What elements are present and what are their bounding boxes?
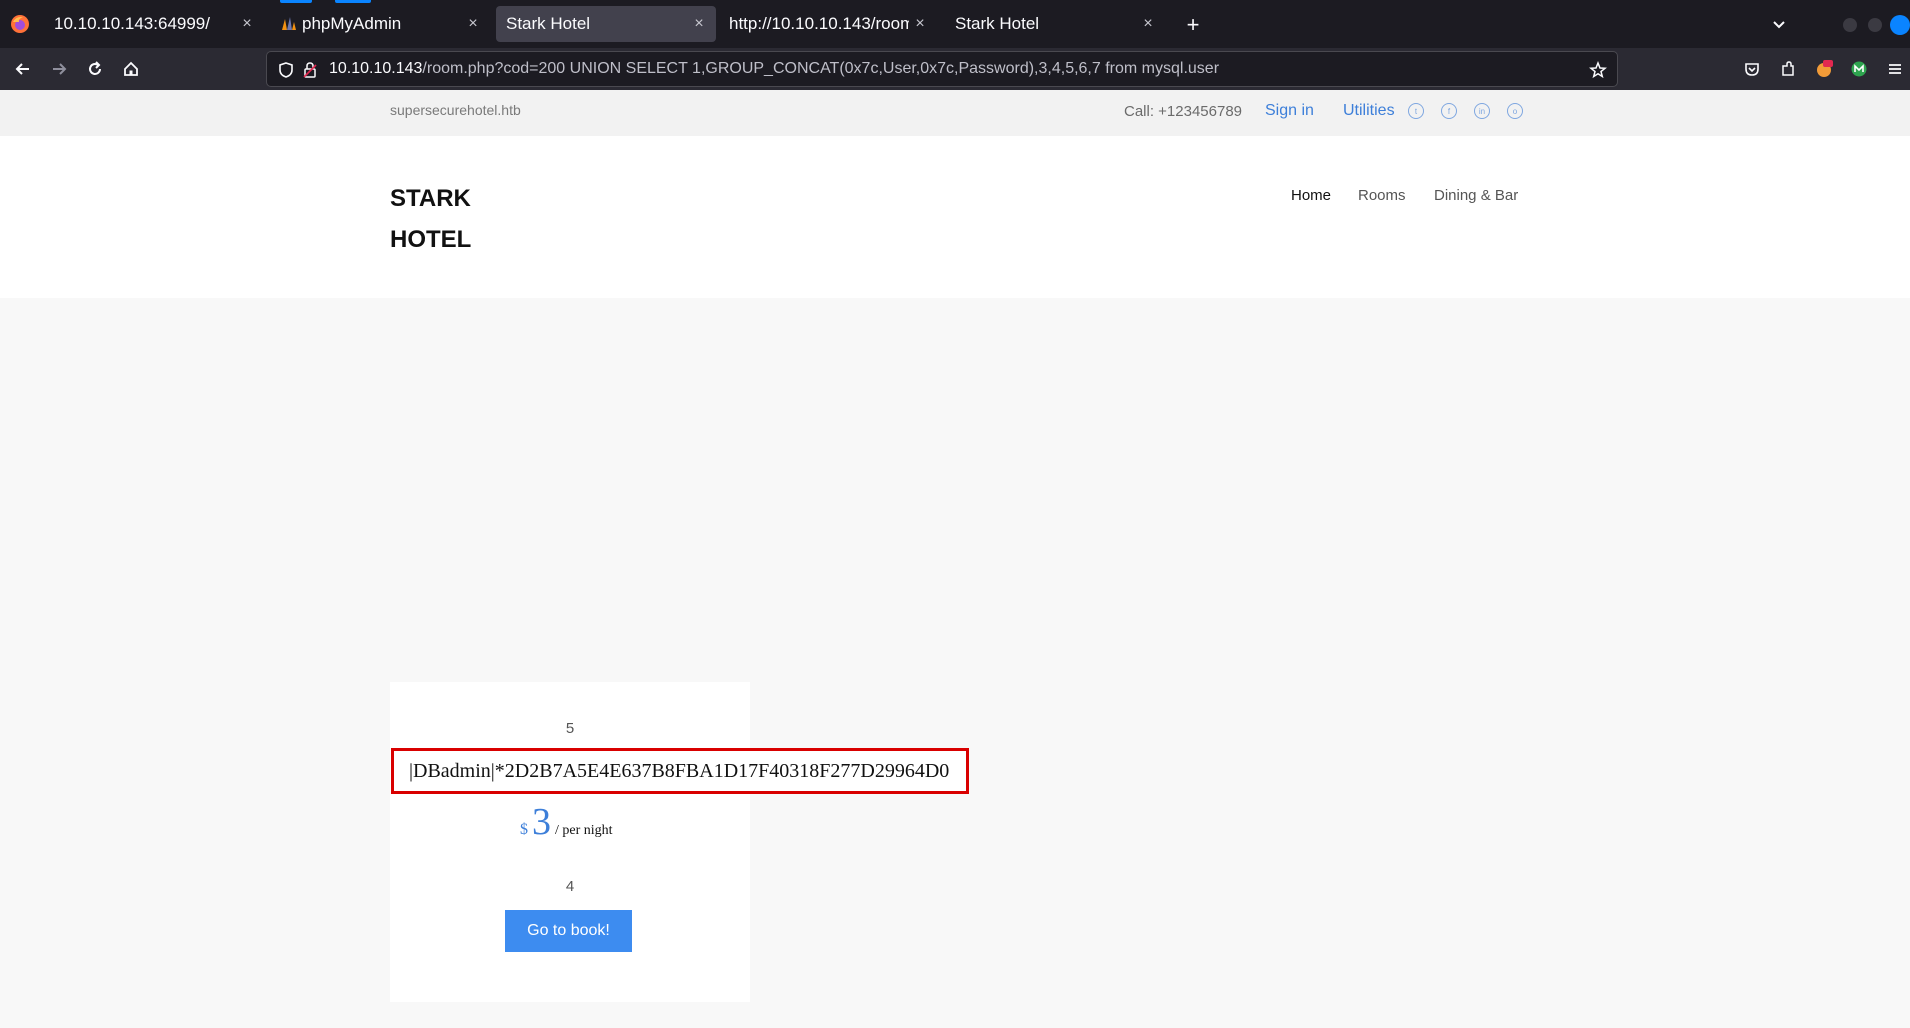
nav-home[interactable]: Home bbox=[1291, 187, 1331, 204]
back-icon[interactable] bbox=[10, 56, 36, 82]
firefox-menu-icon[interactable] bbox=[10, 14, 30, 34]
room-field-bottom: 4 bbox=[565, 878, 575, 895]
minimize-button[interactable] bbox=[1843, 18, 1857, 32]
url-path: /room.php?cod=200 UNION SELECT 1,GROUP_C… bbox=[422, 60, 1220, 77]
close-icon[interactable]: × bbox=[236, 13, 258, 35]
phone-number: Call: +123456789 bbox=[1124, 103, 1243, 120]
close-icon[interactable]: × bbox=[1137, 13, 1159, 35]
linkedin-icon[interactable]: in bbox=[1474, 103, 1490, 119]
tab-1[interactable]: 10.10.10.143:64999/ × bbox=[44, 6, 264, 42]
window-close-button[interactable] bbox=[1890, 15, 1910, 35]
tab-label: Stark Hotel bbox=[506, 14, 591, 33]
url-host: 10.10.10.143 bbox=[329, 60, 423, 77]
highlighted-credential-box: |DBadmin|*2D2B7A5E4E637B8FBA1D17F40318F2… bbox=[391, 748, 969, 794]
page-viewport: supersecurehotel.htb Call: +123456789 Si… bbox=[0, 90, 1910, 1028]
maximize-button[interactable] bbox=[1868, 18, 1882, 32]
forward-icon[interactable] bbox=[46, 56, 72, 82]
tab-label: Stark Hotel bbox=[955, 14, 1040, 33]
facebook-icon[interactable]: f bbox=[1441, 103, 1457, 119]
url-bar[interactable]: 10.10.10.143/room.php?cod=200 UNION SELE… bbox=[266, 51, 1618, 87]
pocket-icon[interactable] bbox=[1739, 56, 1765, 82]
close-icon[interactable]: × bbox=[909, 13, 931, 35]
bookmark-star-icon[interactable] bbox=[1587, 59, 1609, 81]
room-card: 5 |DBadmin|*2D2B7A5E4E637B8FBA1D17F40318… bbox=[390, 682, 969, 1002]
tab-label: 10.10.10.143:64999/ bbox=[54, 14, 210, 33]
tab-label: phpMyAdmin bbox=[302, 14, 402, 33]
price-currency: $ bbox=[520, 821, 528, 838]
nav-rooms[interactable]: Rooms bbox=[1358, 187, 1406, 204]
site-header: STARK HOTEL Home Rooms Dining & Bar bbox=[0, 136, 1910, 298]
foxyproxy-icon[interactable] bbox=[1811, 56, 1837, 82]
tab-accent-1 bbox=[280, 0, 312, 3]
extensions-icon[interactable] bbox=[1775, 56, 1801, 82]
tab-accent-2 bbox=[335, 0, 371, 3]
room-field-top: 5 bbox=[565, 720, 575, 737]
url-text[interactable]: 10.10.10.143/room.php?cod=200 UNION SELE… bbox=[329, 60, 1219, 78]
top-info-bar: supersecurehotel.htb Call: +123456789 Si… bbox=[0, 90, 1910, 136]
close-icon[interactable]: × bbox=[688, 13, 710, 35]
site-domain: supersecurehotel.htb bbox=[390, 102, 521, 118]
instagram-icon[interactable]: o bbox=[1507, 103, 1523, 119]
tab-bar: 10.10.10.143:64999/ × phpMyAdmin × Stark… bbox=[0, 0, 1910, 48]
phpmyadmin-icon bbox=[280, 15, 298, 33]
twitter-icon[interactable]: t bbox=[1408, 103, 1424, 119]
price-per-night: / per night bbox=[555, 823, 613, 838]
tab-5[interactable]: Stark Hotel × bbox=[945, 6, 1165, 42]
tab-3-active[interactable]: Stark Hotel × bbox=[496, 6, 716, 42]
price-amount: 3 bbox=[532, 801, 551, 843]
go-to-book-button[interactable]: Go to book! bbox=[505, 910, 632, 952]
home-icon[interactable] bbox=[118, 56, 144, 82]
room-price: $ 3 / per night bbox=[520, 800, 613, 844]
nav-dining-bar[interactable]: Dining & Bar bbox=[1434, 187, 1518, 204]
sign-in-link[interactable]: Sign in bbox=[1265, 102, 1314, 120]
tab-2[interactable]: phpMyAdmin × bbox=[270, 6, 490, 42]
reload-icon[interactable] bbox=[82, 56, 108, 82]
app-menu-icon[interactable] bbox=[1882, 56, 1908, 82]
navigation-bar: 10.10.10.143/room.php?cod=200 UNION SELE… bbox=[0, 48, 1910, 90]
tab-label: http://10.10.10.143/room.php bbox=[729, 14, 909, 33]
shield-icon[interactable] bbox=[275, 59, 297, 81]
extension-green-icon[interactable] bbox=[1846, 56, 1872, 82]
logo-line-2: HOTEL bbox=[390, 226, 472, 253]
close-icon[interactable]: × bbox=[462, 13, 484, 35]
utilities-link[interactable]: Utilities bbox=[1343, 102, 1395, 120]
new-tab-button[interactable]: + bbox=[1180, 12, 1206, 38]
tab-4[interactable]: http://10.10.10.143/room.php × bbox=[719, 6, 937, 42]
leaked-credentials: |DBadmin|*2D2B7A5E4E637B8FBA1D17F40318F2… bbox=[409, 760, 950, 782]
site-logo[interactable]: STARK HOTEL bbox=[390, 178, 471, 260]
list-all-tabs-icon[interactable] bbox=[1766, 12, 1792, 38]
logo-line-1: STARK bbox=[390, 185, 471, 212]
lock-icon[interactable] bbox=[299, 59, 321, 81]
